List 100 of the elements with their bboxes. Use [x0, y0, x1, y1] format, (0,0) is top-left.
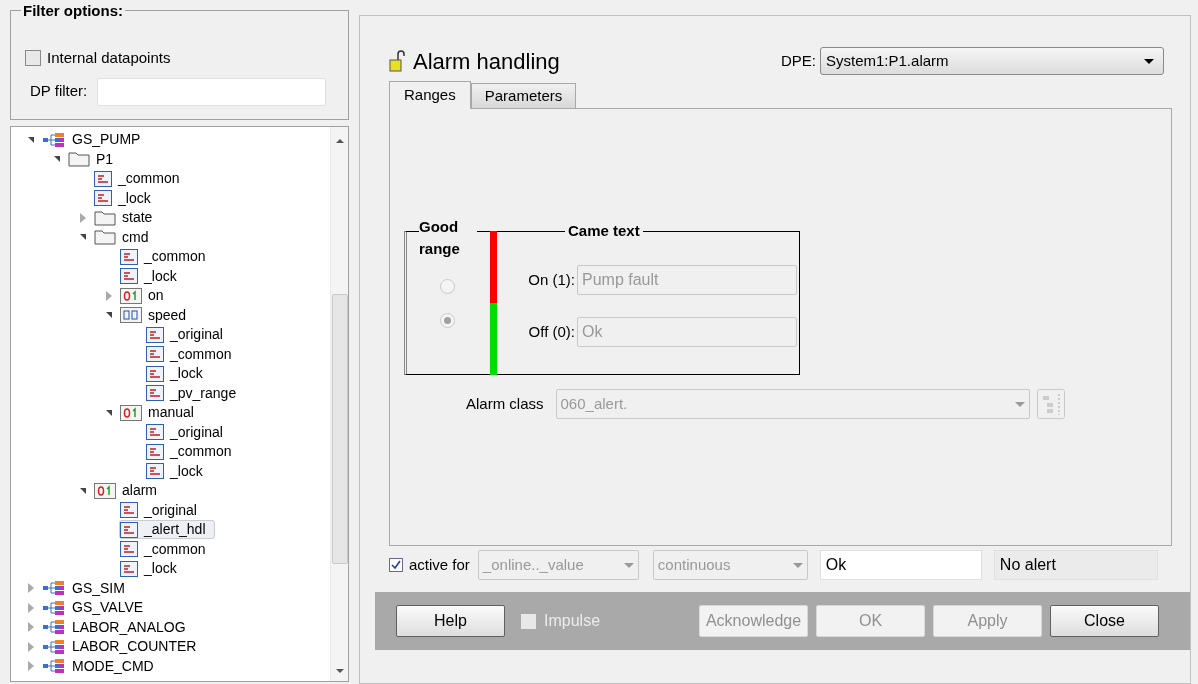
tree-item[interactable]: GS_VALVE [41, 598, 153, 618]
tree-item[interactable]: _lock [145, 461, 212, 481]
checkbox-label: Internal datapoints [47, 48, 171, 68]
expand-icon[interactable] [28, 661, 34, 672]
config-icon [120, 541, 138, 558]
button[interactable]: Help [396, 605, 505, 637]
tree-item[interactable]: _alert_hdl [119, 520, 215, 540]
collapse-icon[interactable] [80, 487, 86, 494]
scroll-thumb[interactable] [332, 294, 348, 564]
config-icon [94, 170, 112, 187]
config-icon [146, 463, 164, 480]
config-icon [146, 424, 164, 441]
config-icon [146, 346, 164, 363]
expand-icon[interactable] [80, 212, 86, 223]
folder-icon [68, 151, 90, 168]
expand-icon[interactable] [28, 641, 34, 652]
dropdown-value: _online.._value [482, 554, 584, 575]
checkbox-label: active for [409, 554, 470, 575]
config-icon [120, 521, 138, 538]
tab[interactable]: Parameters [470, 83, 577, 108]
caret-icon [792, 562, 803, 568]
dropdown-value: 060_alert. [560, 393, 628, 414]
tree-item[interactable]: _lock [119, 559, 186, 579]
field-label: DP filter: [30, 81, 88, 102]
structure-icon [42, 619, 66, 636]
tree-icon[interactable] [1036, 389, 1065, 419]
config-icon [120, 502, 138, 519]
scrollbar[interactable] [330, 127, 348, 681]
tree-item[interactable]: on [119, 286, 173, 306]
structure-icon [42, 599, 66, 616]
config-icon [146, 385, 164, 402]
dp-filter-field[interactable] [97, 77, 327, 106]
radio-button[interactable] [440, 313, 455, 328]
tab[interactable]: Ranges [389, 81, 471, 109]
collapse-icon[interactable] [80, 234, 86, 241]
expand-icon[interactable] [106, 290, 112, 301]
tree-item[interactable]: GS_PUMP [41, 130, 150, 150]
group-title: Filter options: [21, 2, 125, 20]
radio-button[interactable] [440, 279, 455, 294]
expand-icon[interactable] [28, 602, 34, 613]
collapse-icon[interactable] [28, 136, 34, 143]
expand-icon[interactable] [28, 583, 34, 594]
tree-item[interactable]: LABOR_COUNTER [41, 637, 206, 657]
padlock-icon [389, 49, 405, 73]
field-label: DPE: [781, 50, 816, 71]
tree-item[interactable]: _common [145, 344, 241, 364]
tree-item[interactable]: cmd [93, 227, 158, 247]
tree-item[interactable]: _common [119, 539, 215, 559]
tree-item[interactable]: _original [145, 422, 232, 442]
tree-item[interactable]: _lock [93, 188, 160, 208]
tree-item[interactable]: _pv_range [145, 383, 246, 403]
structure-icon [42, 638, 66, 655]
config-icon [146, 443, 164, 460]
tree-item[interactable]: _lock [119, 266, 186, 286]
config-icon [120, 560, 138, 577]
dpe-dropdown[interactable]: System1:P1.alarm [820, 47, 1164, 75]
tree-item[interactable]: _common [93, 169, 189, 189]
alert-state-field: No alert [993, 550, 1158, 580]
checkbox[interactable] [25, 50, 41, 67]
scroll-up-icon[interactable] [336, 139, 344, 143]
tree-item[interactable]: state [93, 208, 162, 228]
caret-icon [1014, 401, 1025, 407]
collapse-icon[interactable] [54, 156, 60, 163]
checkbox[interactable] [389, 558, 403, 572]
structure-icon [42, 658, 66, 675]
tree-item[interactable]: P1 [67, 149, 123, 169]
tree-item[interactable]: LABOR_ANALOG [41, 617, 195, 637]
tree-item[interactable]: _lock [145, 364, 212, 384]
collapse-icon[interactable] [106, 409, 112, 416]
tree-item[interactable]: _original [119, 500, 206, 520]
structure-icon [42, 580, 66, 597]
expand-icon[interactable] [28, 622, 34, 633]
range-label: On (1): [527, 269, 575, 290]
checkbox-label: Impulse [544, 611, 601, 631]
range-label: Off (0): [527, 321, 575, 342]
boolean-icon [120, 287, 142, 304]
config-icon [120, 268, 138, 285]
tree-item[interactable]: GS_SIM [41, 578, 134, 598]
dropdown-value: continuous [657, 554, 731, 575]
panel-title: Alarm handling [413, 47, 560, 76]
folder-icon [94, 229, 116, 246]
caret-icon [1144, 58, 1154, 64]
folder-icon [94, 209, 116, 226]
structure-icon [42, 131, 66, 148]
tree-item[interactable]: manual [119, 403, 203, 423]
tree-item[interactable]: _original [145, 325, 232, 345]
boolean-icon [94, 482, 116, 499]
tree-item[interactable]: speed [119, 305, 196, 325]
boolean-icon [120, 404, 142, 421]
field-label: Alarm class [466, 393, 544, 414]
scroll-down-icon[interactable] [336, 669, 344, 673]
tree-item[interactable]: MODE_CMD [41, 656, 163, 676]
tree-item[interactable]: _common [119, 247, 215, 267]
collapse-icon[interactable] [106, 312, 112, 319]
tree-item[interactable]: _common [145, 442, 241, 462]
caret-icon [623, 562, 634, 568]
float-icon [120, 307, 142, 324]
tree-item[interactable]: alarm [93, 481, 166, 501]
button[interactable]: Close [1050, 605, 1159, 637]
config-icon [146, 365, 164, 382]
